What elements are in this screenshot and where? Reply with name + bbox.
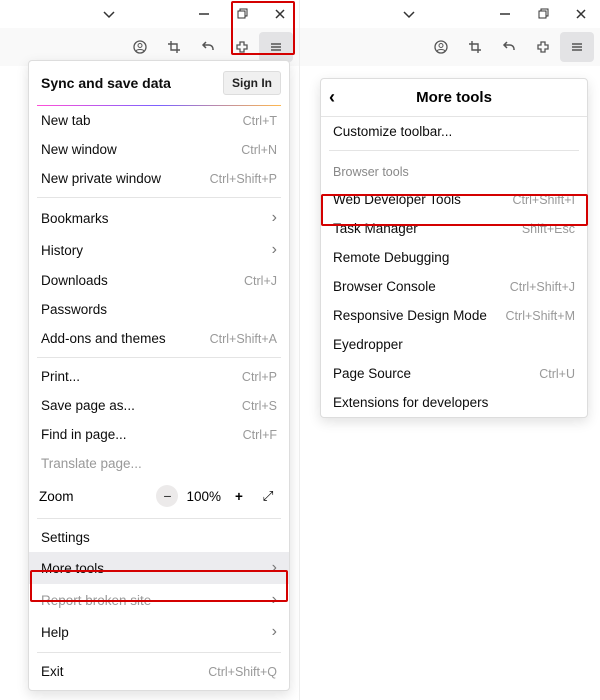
fullscreen-icon[interactable]: ⤢ [257,488,279,504]
menu-bookmarks[interactable]: Bookmarks› [29,202,289,234]
submenu-page-source[interactable]: Page SourceCtrl+U [321,359,587,388]
submenu-eyedropper[interactable]: Eyedropper [321,330,587,359]
chevron-right-icon: › [272,241,277,259]
menu-save-as[interactable]: Save page as...Ctrl+S [29,391,289,420]
chevron-right-icon: › [272,623,277,641]
menu-help[interactable]: Help› [29,616,289,648]
more-tools-submenu: ‹ More tools Customize toolbar... Browse… [320,78,588,418]
minimize-icon[interactable] [185,0,223,28]
undo-icon[interactable] [492,32,526,62]
menu-addons[interactable]: Add-ons and themesCtrl+Shift+A [29,324,289,353]
back-button[interactable]: ‹ [329,87,335,108]
sync-title: Sync and save data [41,75,171,91]
menu-report: Report broken site› [29,584,289,616]
submenu-task-manager[interactable]: Task ManagerShift+Esc [321,214,587,243]
menu-history[interactable]: History› [29,234,289,266]
crop-icon[interactable] [157,32,191,62]
chevron-right-icon: › [272,591,277,609]
minimize-icon[interactable] [486,0,524,28]
menu-new-private[interactable]: New private windowCtrl+Shift+P [29,164,289,193]
app-menu: Sync and save data Sign In New tabCtrl+T… [28,60,290,691]
menu-new-tab[interactable]: New tabCtrl+T [29,106,289,135]
menu-find[interactable]: Find in page...Ctrl+F [29,420,289,449]
menu-more-tools[interactable]: More tools› [29,552,289,584]
hamburger-menu-button[interactable] [259,32,293,62]
zoom-value: 100% [186,489,221,504]
close-icon[interactable] [261,0,299,28]
menu-print[interactable]: Print...Ctrl+P [29,362,289,391]
crop-icon[interactable] [458,32,492,62]
account-icon[interactable] [424,32,458,62]
submenu-web-developer-tools[interactable]: Web Developer ToolsCtrl+Shift+I [321,185,587,214]
sign-in-button[interactable]: Sign In [223,71,281,95]
menu-new-window[interactable]: New windowCtrl+N [29,135,289,164]
extension-icon[interactable] [526,32,560,62]
account-icon[interactable] [123,32,157,62]
hamburger-menu-button[interactable] [560,32,594,62]
zoom-in-button[interactable]: + [229,489,249,504]
undo-icon[interactable] [191,32,225,62]
menu-zoom: Zoom − 100% + ⤢ [29,478,289,514]
submenu-remote-debugging[interactable]: Remote Debugging [321,243,587,272]
extension-icon[interactable] [225,32,259,62]
submenu-extensions-dev[interactable]: Extensions for developers [321,388,587,417]
chevron-down-icon[interactable] [90,0,128,28]
menu-translate: Translate page... [29,449,289,478]
restore-icon[interactable] [524,0,562,28]
category-browser-tools: Browser tools [321,155,587,185]
menu-exit[interactable]: ExitCtrl+Shift+Q [29,657,289,686]
menu-settings[interactable]: Settings [29,523,289,552]
zoom-out-button[interactable]: − [156,485,178,507]
chevron-down-icon[interactable] [390,0,428,28]
submenu-title: More tools [416,89,492,106]
menu-passwords[interactable]: Passwords [29,295,289,324]
restore-icon[interactable] [223,0,261,28]
submenu-browser-console[interactable]: Browser ConsoleCtrl+Shift+J [321,272,587,301]
chevron-right-icon: › [272,209,277,227]
submenu-customize-toolbar[interactable]: Customize toolbar... [321,117,587,146]
chevron-right-icon: › [272,559,277,577]
menu-downloads[interactable]: DownloadsCtrl+J [29,266,289,295]
close-icon[interactable] [562,0,600,28]
submenu-responsive-design[interactable]: Responsive Design ModeCtrl+Shift+M [321,301,587,330]
